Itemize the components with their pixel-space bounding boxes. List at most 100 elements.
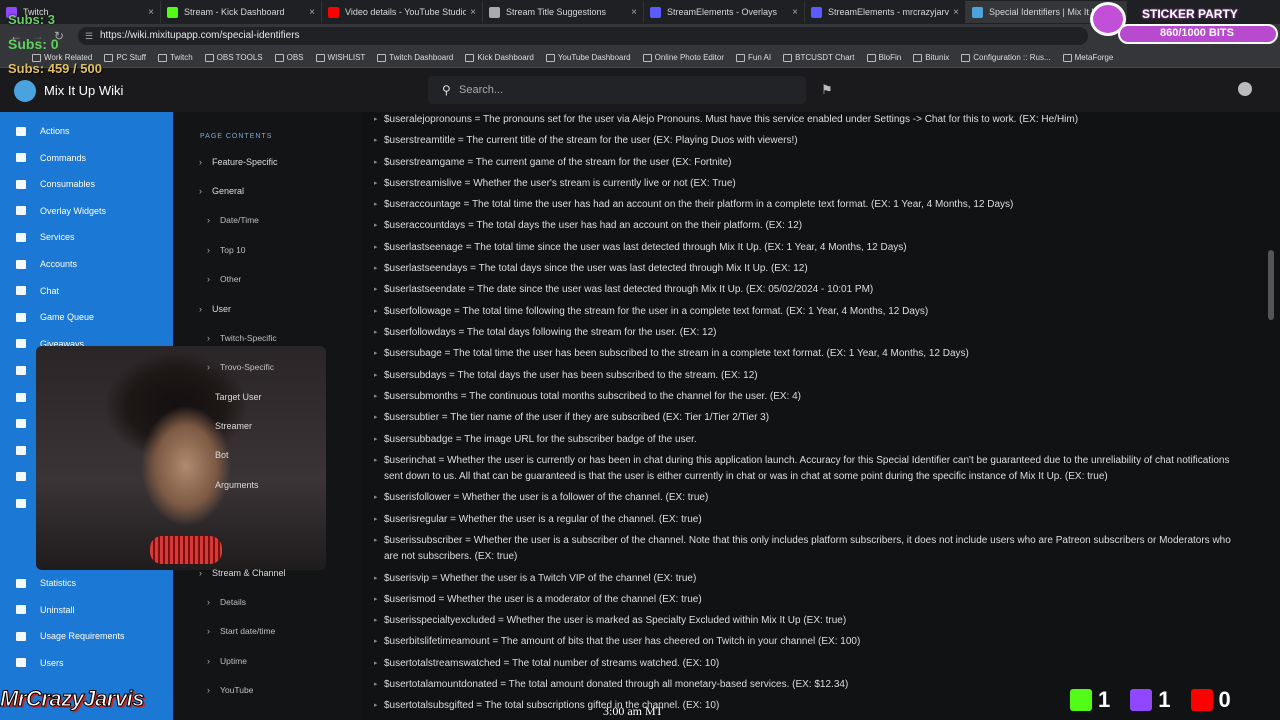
close-tab-icon[interactable]: × <box>953 7 959 18</box>
scrollbar[interactable] <box>1268 250 1274 320</box>
mix-it-up-logo-icon[interactable] <box>14 80 36 102</box>
sidebar-item[interactable]: Commands <box>0 148 173 168</box>
bookmark-item[interactable]: Configuration :: Rus... <box>961 53 1051 62</box>
chevron-right-icon: ▸ <box>374 180 378 187</box>
chevron-right-icon: ▸ <box>374 702 378 709</box>
toc-item-label: Twitch-Specific <box>220 333 277 343</box>
sidebar-item[interactable]: Usage Requirements <box>0 626 173 646</box>
browser-tab[interactable]: StreamElements - mrcrazyjarvis × <box>805 1 966 23</box>
toc-item[interactable]: › Start date/time <box>207 626 275 636</box>
identifier-text: $userfollowdays = The total days followi… <box>384 327 717 338</box>
toc-item[interactable]: Bot <box>215 450 229 460</box>
identifier-entry: ▸ $userisregular = Whether the user is a … <box>374 512 1244 528</box>
toc-item[interactable]: › User <box>199 304 231 314</box>
toc-item[interactable]: › Twitch-Specific <box>207 333 277 343</box>
bookmark-item[interactable]: MetaForge <box>1062 53 1113 62</box>
bookmark-item[interactable]: WISHLIST <box>315 53 365 62</box>
identifier-entry: ▸ $usersubtier = The tier name of the use… <box>374 410 1244 426</box>
tag-icon[interactable]: ⚑ <box>821 82 833 98</box>
toc-item-label: Feature-Specific <box>212 157 278 167</box>
toc-item-label: Stream & Channel <box>212 568 286 578</box>
toc-item[interactable]: › YouTube <box>207 685 253 695</box>
chevron-right-icon: ▸ <box>374 393 378 400</box>
streamer-brand-logo: MrCrazyJarvis <box>0 686 145 712</box>
close-tab-icon[interactable]: × <box>792 7 798 18</box>
bookmark-label: Fun AI <box>747 53 772 62</box>
subs-top-counter: Subs: 3 <box>8 12 55 27</box>
browser-tab[interactable]: Stream Title Suggestions × <box>483 1 644 23</box>
close-tab-icon[interactable]: × <box>470 7 476 18</box>
sidebar-item[interactable]: Chat <box>0 281 173 301</box>
toc-item-label: YouTube <box>220 685 254 695</box>
identifier-entry: ▸ $userstreamislive = Whether the user's … <box>374 176 1244 192</box>
toc-item[interactable]: › Top 10 <box>207 245 246 255</box>
bookmark-icon <box>961 53 971 62</box>
sidebar-item[interactable]: Uninstall <box>0 600 173 620</box>
chevron-right-icon: ▸ <box>374 222 378 229</box>
toc-item[interactable]: › Details <box>207 597 246 607</box>
search-icon: ⚲ <box>442 83 451 97</box>
bookmark-item[interactable]: OBS <box>274 53 304 62</box>
bookmark-item[interactable]: Fun AI <box>735 53 772 62</box>
tab-label: Stream Title Suggestions <box>506 7 607 17</box>
sidebar-item[interactable]: Overlay Widgets <box>0 201 173 221</box>
page-icon <box>16 179 26 189</box>
browser-tab[interactable]: Video details - YouTube Studio × <box>322 1 483 23</box>
toc-item[interactable]: Streamer <box>215 421 252 431</box>
identifier-text: $userstreamislive = Whether the user's s… <box>384 178 736 189</box>
toc-item[interactable]: Target User <box>215 392 262 402</box>
url-field[interactable]: ☰ https://wiki.mixitupapp.com/special-id… <box>78 27 1088 45</box>
search-box[interactable]: ⚲ Search... <box>428 76 806 104</box>
toc-item[interactable]: › Date/Time <box>207 215 259 225</box>
identifier-entry: ▸ $usersubdays = The total days the user … <box>374 368 1244 384</box>
sidebar-item[interactable]: Statistics <box>0 573 173 593</box>
sidebar-item[interactable]: Users <box>0 653 173 673</box>
toc-item-label: Start date/time <box>220 626 276 636</box>
wiki-title[interactable]: Mix It Up Wiki <box>44 83 123 98</box>
toc-item-label: Date/Time <box>220 215 259 225</box>
toc-item[interactable]: › Stream & Channel <box>199 568 286 578</box>
bookmark-item[interactable]: Online Photo Editor <box>642 53 724 62</box>
site-info-icon[interactable]: ☰ <box>85 27 93 45</box>
toc-item[interactable]: › General <box>199 186 244 196</box>
bookmark-item[interactable]: Kick Dashboard <box>465 53 534 62</box>
toc-item[interactable]: › Other <box>207 274 241 284</box>
toc-item[interactable]: › Feature-Specific <box>199 157 278 167</box>
sidebar-item-label: Users <box>40 657 64 668</box>
bookmark-item[interactable]: Bitunix <box>913 53 949 62</box>
page-icon <box>16 419 26 429</box>
browser-tab[interactable]: Stream - Kick Dashboard × <box>161 1 322 23</box>
toc-item[interactable]: Arguments <box>215 480 259 490</box>
toc-item[interactable]: › Uptime <box>207 656 247 666</box>
close-tab-icon[interactable]: × <box>631 7 637 18</box>
identifier-text: $userfollowage = The total time followin… <box>384 306 929 317</box>
close-tab-icon[interactable]: × <box>148 7 154 18</box>
bookmark-item[interactable]: PC Stuff <box>104 53 146 62</box>
bookmark-icon <box>465 53 475 62</box>
chevron-right-icon: › <box>207 685 210 695</box>
identifier-entry: ▸ $userinchat = Whether the user is curre… <box>374 453 1244 485</box>
bookmark-item[interactable]: BTCUSDT Chart <box>783 53 855 62</box>
close-tab-icon[interactable]: × <box>309 7 315 18</box>
bookmark-item[interactable]: YouTube Dashboard <box>545 53 631 62</box>
chevron-right-icon: ▸ <box>374 681 378 688</box>
chevron-right-icon: › <box>207 362 210 372</box>
chevron-right-icon: ▸ <box>374 308 378 315</box>
chevron-right-icon: ▸ <box>374 372 378 379</box>
bookmark-item[interactable]: Twitch Dashboard <box>377 53 453 62</box>
bookmark-icon <box>377 53 387 62</box>
sidebar-item[interactable]: Services <box>0 227 173 247</box>
toc-item[interactable]: › Trovo-Specific <box>207 362 274 372</box>
identifier-text: $usersubdays = The total days the user h… <box>384 370 758 381</box>
identifier-text: $userisspecialtyexcluded = Whether the u… <box>384 615 847 626</box>
sidebar-item[interactable]: Consumables <box>0 174 173 194</box>
sidebar-item[interactable]: Accounts <box>0 254 173 274</box>
bookmark-item[interactable]: Twitch <box>157 53 193 62</box>
user-account-icon[interactable] <box>1238 82 1252 96</box>
browser-tab[interactable]: StreamElements - Overlays × <box>644 1 805 23</box>
bookmark-item[interactable]: OBS TOOLS <box>204 53 263 62</box>
sidebar-item[interactable]: Actions <box>0 121 173 141</box>
identifier-text: $usertotalstreamswatched = The total num… <box>384 658 720 669</box>
sidebar-item[interactable]: Game Queue <box>0 307 173 327</box>
bookmark-item[interactable]: BloFin <box>866 53 901 62</box>
